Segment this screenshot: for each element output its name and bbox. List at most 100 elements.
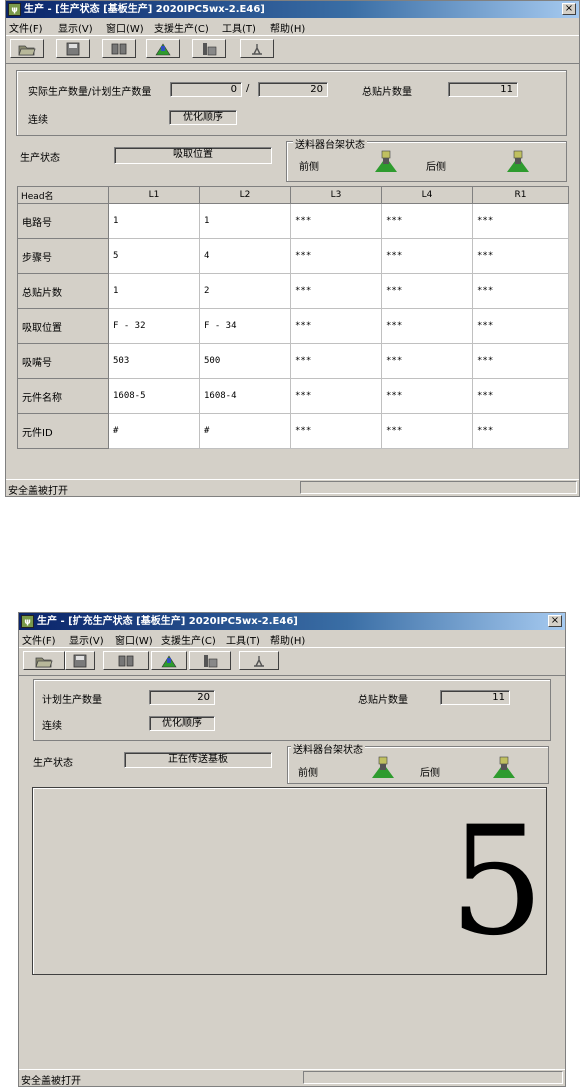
menu-tools[interactable]: 工具(T) [222, 20, 256, 35]
table-cell: *** [290, 378, 382, 414]
menu-help[interactable]: 帮助(H) [270, 20, 305, 35]
table-cell: *** [381, 308, 473, 344]
save-button[interactable] [65, 651, 95, 670]
title-bar[interactable]: ψ 生产 - [扩充生产状态 [基板生产] 2020IPC5wx-2.E46] … [19, 613, 565, 630]
total-placement-field: 11 [440, 690, 510, 705]
machine-button[interactable] [239, 651, 279, 670]
table-cell: *** [290, 238, 382, 274]
slash-separator: / [246, 83, 250, 94]
table-cell: *** [472, 378, 569, 414]
feeder-status-title: 送料器台架状态 [291, 741, 365, 756]
menu-window[interactable]: 窗口(W) [115, 632, 153, 647]
machine-icon [254, 655, 264, 667]
table-row: 电路号 1 1 *** *** *** [17, 203, 569, 239]
menu-support-production[interactable]: 支援生产(C) [154, 20, 209, 35]
menu-bar: 文件(F) 显示(V) 窗口(W) 支援生产(C) 工具(T) 帮助(H) [6, 18, 579, 35]
table-cell: *** [290, 203, 382, 239]
planned-count-field: 20 [258, 82, 328, 97]
total-placement-label: 总贴片数量 [358, 695, 408, 706]
table-cell: 4 [199, 238, 291, 274]
feeder-list-icon [203, 42, 217, 55]
table-cell: *** [472, 203, 569, 239]
continuous-mode-field: 优化顺序 [169, 110, 237, 125]
column-header-l1: L1 [108, 186, 200, 204]
folder-open-icon [35, 657, 53, 667]
table-cell: *** [472, 273, 569, 309]
feeder-status-title: 送料器台架状态 [293, 136, 367, 151]
production-icon [155, 42, 171, 55]
table-row: 吸取位置 F - 32 F - 34 *** *** *** [17, 308, 569, 344]
close-button[interactable]: × [562, 3, 576, 15]
open-button[interactable] [23, 651, 65, 670]
menu-view[interactable]: 显示(V) [58, 20, 93, 35]
window-title: 生产 - [生产状态 [基板生产] 2020IPC5wx-2.E46] [24, 4, 265, 15]
table-cell: *** [381, 378, 473, 414]
menu-support-production[interactable]: 支援生产(C) [161, 632, 216, 647]
open-button[interactable] [10, 39, 44, 58]
planned-count-label: 计划生产数量 [42, 695, 102, 706]
close-button[interactable]: × [548, 615, 562, 627]
actual-planned-label: 实际生产数量/计划生产数量 [28, 87, 152, 98]
app-icon: ψ [21, 615, 34, 628]
production-status-label: 生产状态 [20, 153, 60, 164]
count-group [16, 70, 567, 136]
table-row: 总贴片数 1 2 *** *** *** [17, 273, 569, 309]
row-header: 吸取位置 [17, 308, 109, 344]
head-table: Head名 L1 L2 L3 L4 R1 电路号 1 1 *** *** ***… [17, 186, 569, 449]
book-button[interactable] [102, 39, 136, 58]
table-cell: 500 [199, 343, 291, 379]
table-cell: # [199, 413, 291, 449]
feeder-list-icon [204, 654, 218, 667]
feeder-list-button[interactable] [192, 39, 226, 58]
menu-file[interactable]: 文件(F) [9, 20, 43, 35]
menu-window[interactable]: 窗口(W) [106, 20, 144, 35]
book-button[interactable] [103, 651, 149, 670]
table-row: 元件名称 1608-5 1608-4 *** *** *** [17, 378, 569, 414]
table-cell: 1 [199, 203, 291, 239]
table-cell: F - 34 [199, 308, 291, 344]
menu-file[interactable]: 文件(F) [22, 632, 56, 647]
table-cell: 1 [108, 203, 200, 239]
machine-icon [252, 43, 262, 55]
menu-help[interactable]: 帮助(H) [270, 632, 305, 647]
feeder-list-button[interactable] [189, 651, 231, 670]
machine-button[interactable] [240, 39, 274, 58]
table-row: 元件ID # # *** *** *** [17, 413, 569, 449]
status-text: 安全盖被打开 [8, 486, 68, 497]
menu-tools[interactable]: 工具(T) [226, 632, 260, 647]
status-pane [303, 1071, 563, 1084]
front-feeder-status-icon [372, 756, 394, 778]
table-cell: *** [381, 238, 473, 274]
row-header: 元件名称 [17, 378, 109, 414]
toolbar [6, 35, 579, 64]
table-header-row: Head名 L1 L2 L3 L4 R1 [17, 186, 569, 204]
row-header: 元件ID [17, 413, 109, 449]
continuous-label: 连续 [42, 721, 62, 732]
table-cell: 5 [108, 238, 200, 274]
menu-view[interactable]: 显示(V) [69, 632, 104, 647]
count-group [33, 679, 551, 741]
save-button[interactable] [56, 39, 90, 58]
feeder-front-label: 前侧 [298, 768, 318, 779]
table-cell: 1608-5 [108, 378, 200, 414]
status-bar: 安全盖被打开 [19, 1069, 565, 1087]
front-feeder-status-icon [375, 150, 397, 172]
title-bar[interactable]: ψ 生产 - [生产状态 [基板生产] 2020IPC5wx-2.E46] × [6, 1, 579, 18]
column-header-l3: L3 [290, 186, 382, 204]
column-header-head-name: Head名 [17, 186, 109, 204]
book-icon [118, 655, 134, 666]
planned-count-field: 20 [149, 690, 215, 705]
continuous-mode-field: 优化顺序 [149, 716, 215, 731]
table-cell: # [108, 413, 200, 449]
production-button[interactable] [151, 651, 187, 670]
total-placement-field: 11 [448, 82, 518, 97]
table-row: 吸嘴号 503 500 *** *** *** [17, 343, 569, 379]
production-button[interactable] [146, 39, 180, 58]
app-icon: ψ [8, 3, 21, 16]
table-cell: F - 32 [108, 308, 200, 344]
table-row: 步骤号 5 4 *** *** *** [17, 238, 569, 274]
extended-production-window: ψ 生产 - [扩充生产状态 [基板生产] 2020IPC5wx-2.E46] … [18, 612, 566, 1087]
total-placement-label: 总贴片数量 [362, 87, 412, 98]
rear-feeder-status-icon [507, 150, 529, 172]
row-header: 电路号 [17, 203, 109, 239]
